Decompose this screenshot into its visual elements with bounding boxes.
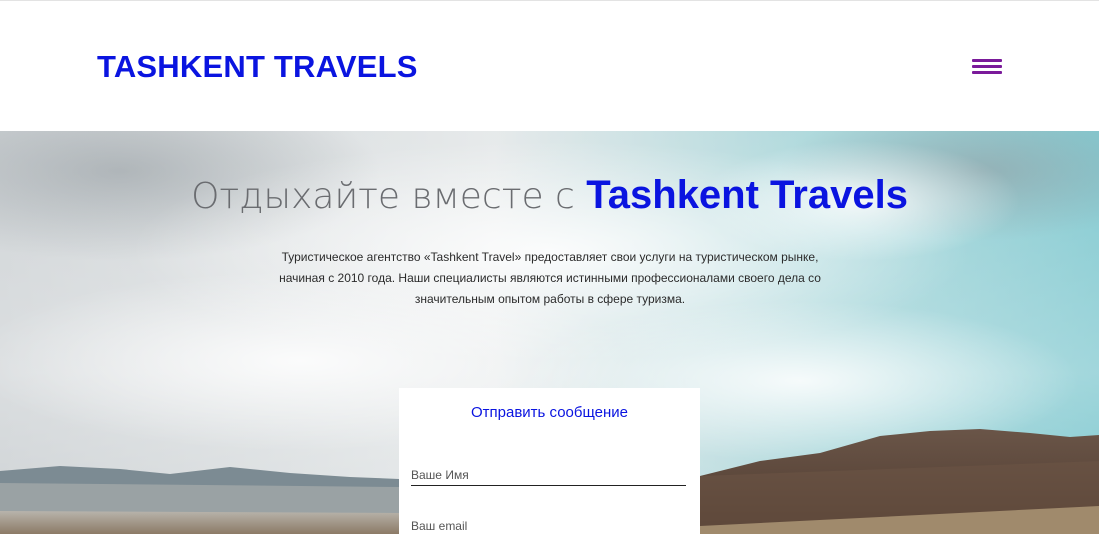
site-header: TASHKENT TRAVELS [0, 0, 1099, 131]
hero-description: Туристическое агентство «Tashkent Travel… [279, 250, 821, 306]
hero-title: Отдыхайте вместе с Tashkent Travels [0, 173, 1099, 219]
contact-form-title: Отправить сообщение [470, 404, 628, 421]
menu-bar [972, 71, 1002, 74]
hero-section: Отдыхайте вместе с Tashkent Travels Тури… [0, 131, 1099, 534]
menu-bar [972, 65, 1002, 68]
email-input[interactable] [411, 516, 686, 534]
site-logo[interactable]: TASHKENT TRAVELS [97, 49, 418, 85]
hamburger-menu-icon[interactable] [972, 57, 1002, 77]
menu-bar [972, 59, 1002, 62]
contact-form: Отправить сообщение [399, 388, 700, 534]
hero-title-brand: Tashkent Travels [586, 173, 908, 217]
name-input[interactable] [411, 465, 686, 486]
hero-title-prefix: Отдыхайте вместе с [191, 176, 587, 217]
